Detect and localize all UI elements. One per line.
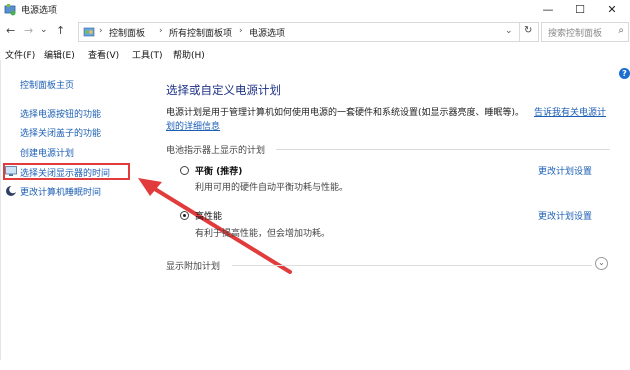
additional-divider — [232, 265, 592, 266]
learn-more-link-cont[interactable]: 划的详细信息 — [166, 119, 220, 132]
plan-balanced-radio[interactable] — [180, 166, 189, 175]
learn-more-link[interactable]: 告诉我有关电源计 — [534, 105, 606, 118]
additional-plans-label[interactable]: 显示附加计划 — [166, 259, 220, 272]
section-divider — [276, 149, 610, 150]
expand-chevron-icon[interactable]: ⌄ — [595, 257, 608, 270]
plan-balanced-name[interactable]: 平衡 (推荐) — [195, 164, 242, 177]
page-title: 选择或自定义电源计划 — [166, 83, 281, 97]
battery-plans-label: 电池指示器上显示的计划 — [166, 146, 266, 156]
plan-high-performance-change-link[interactable]: 更改计划设置 — [538, 209, 592, 222]
plan-high-performance-desc: 有利于提高性能，但会增加功耗。 — [195, 229, 331, 239]
plan-balanced-desc: 利用可用的硬件自动平衡功耗与性能。 — [195, 183, 349, 193]
plan-balanced-change-link[interactable]: 更改计划设置 — [538, 164, 592, 177]
plan-high-performance-radio[interactable] — [180, 211, 189, 220]
description-text: 电源计划是用于管理计算机如何使用电源的一套硬件和系统设置(如显示器亮度、睡眠等)… — [166, 108, 525, 118]
plan-high-performance-name[interactable]: 高性能 — [195, 209, 222, 222]
